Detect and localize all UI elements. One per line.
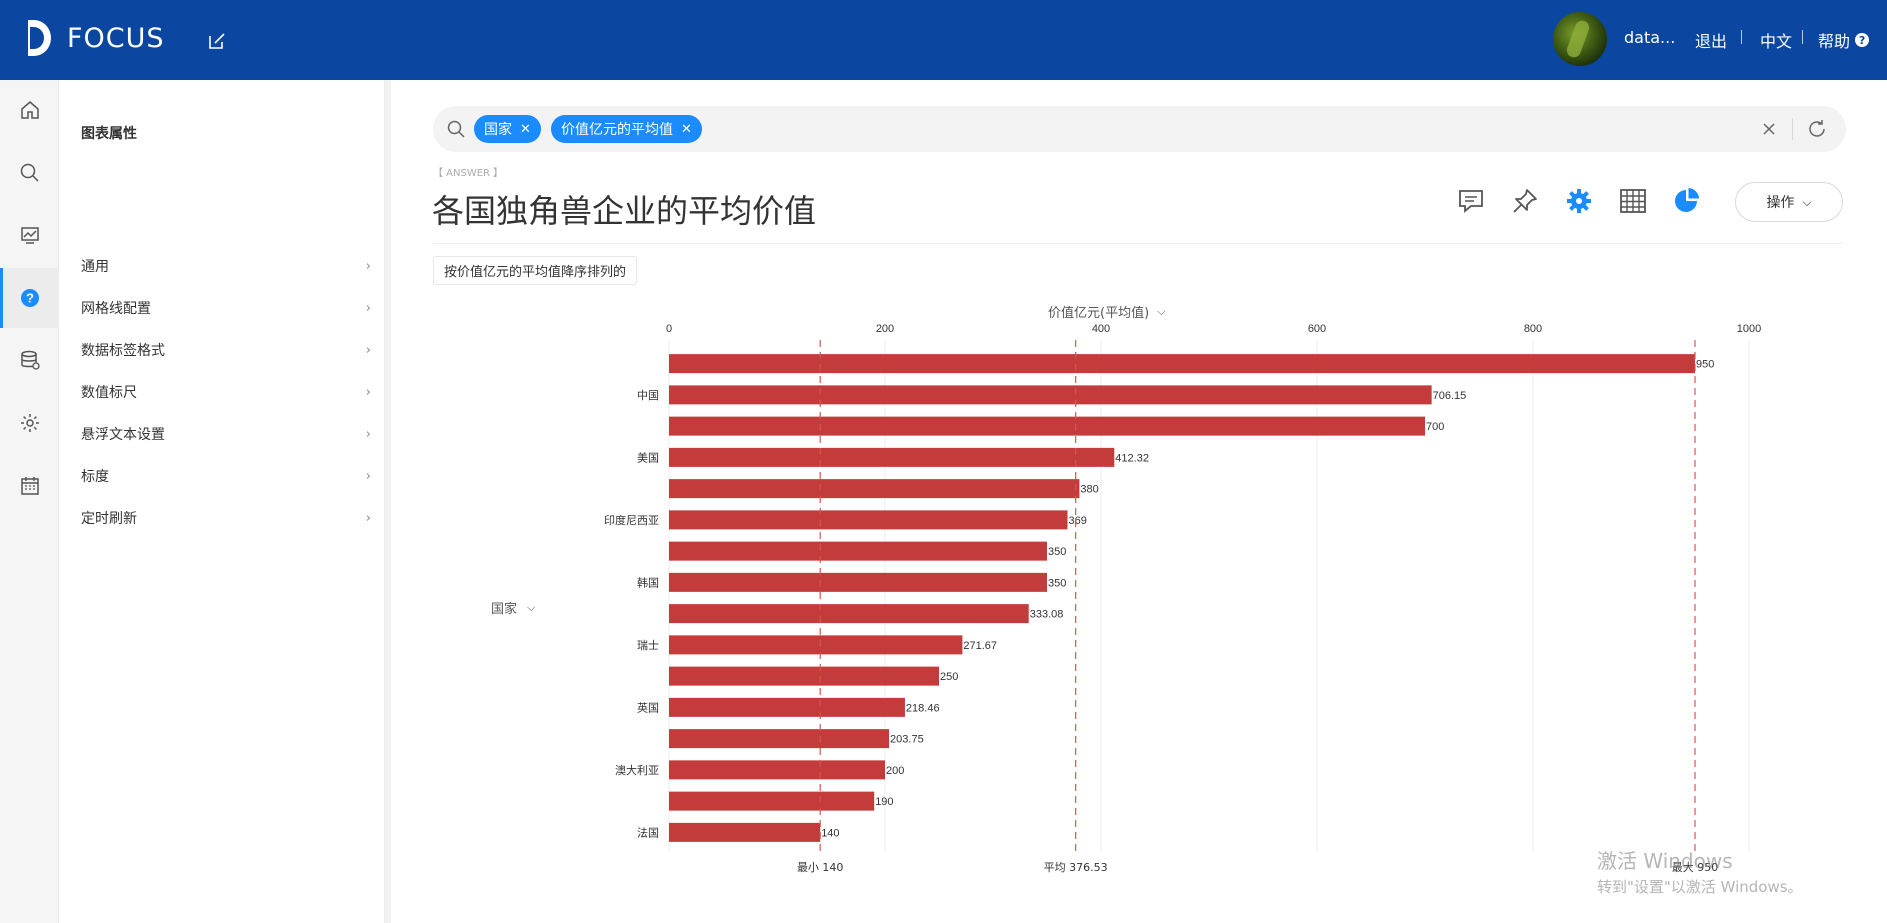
bar [669,510,1068,530]
data-label: 218.46 [906,702,940,714]
windows-activation-watermark: 激活 Windows 转到"设置"以激活 Windows。 [1597,845,1803,897]
y-tick-label: 英国 [637,700,659,714]
bar [669,604,1029,624]
y-tick-label: 瑞士 [637,638,659,652]
data-label: 250 [940,671,958,683]
data-label: 369 [1069,515,1087,527]
x-tick-label: 200 [876,323,894,335]
data-label: 350 [1048,577,1066,589]
data-label: 700 [1426,421,1444,433]
data-label: 380 [1080,484,1098,496]
y-tick-label: 法国 [637,825,659,839]
bar [669,354,1695,374]
data-label: 203.75 [890,734,924,746]
bar [669,572,1047,592]
bar [669,416,1425,436]
y-tick-label: 美国 [637,451,659,464]
x-tick-label: 400 [1092,323,1110,335]
bar [669,760,885,780]
bar [669,447,1115,467]
x-tick-label: 800 [1524,323,1542,335]
y-tick-label: 韩国 [637,575,659,589]
bar [669,385,1432,405]
data-label: 706.15 [1433,390,1467,402]
bar-chart: 0 200 400 600 800 1000 950 706.15 中国 700 412.32 美国 3… [604,323,1761,874]
bar [669,697,905,717]
data-label: 333.08 [1030,609,1064,621]
bar [669,479,1080,499]
x-tick-label: 600 [1308,323,1326,335]
reference-line-label: 最小 140 [797,861,844,874]
bar [669,729,890,749]
x-tick-label: 1000 [1737,323,1761,335]
watermark-line2: 转到"设置"以激活 Windows。 [1597,878,1803,896]
data-label: 950 [1696,359,1714,371]
y-tick-label: 澳大利亚 [615,763,659,777]
data-label: 350 [1048,546,1066,558]
bar [669,635,963,655]
data-label: 412.32 [1115,452,1149,464]
x-tick-label: 0 [666,323,672,335]
data-label: 271.67 [963,640,997,652]
watermark-line1: 激活 Windows [1597,849,1733,873]
data-label: 190 [875,796,893,808]
y-tick-label: 中国 [637,389,659,402]
bar [669,541,1047,561]
data-label: 200 [886,765,904,777]
reference-line-label: 平均 376.53 [1044,861,1108,874]
data-label: 140 [821,827,839,839]
bar [669,791,875,811]
y-tick-label: 印度尼西亚 [604,513,659,527]
bar [669,666,939,686]
bar [669,822,821,842]
